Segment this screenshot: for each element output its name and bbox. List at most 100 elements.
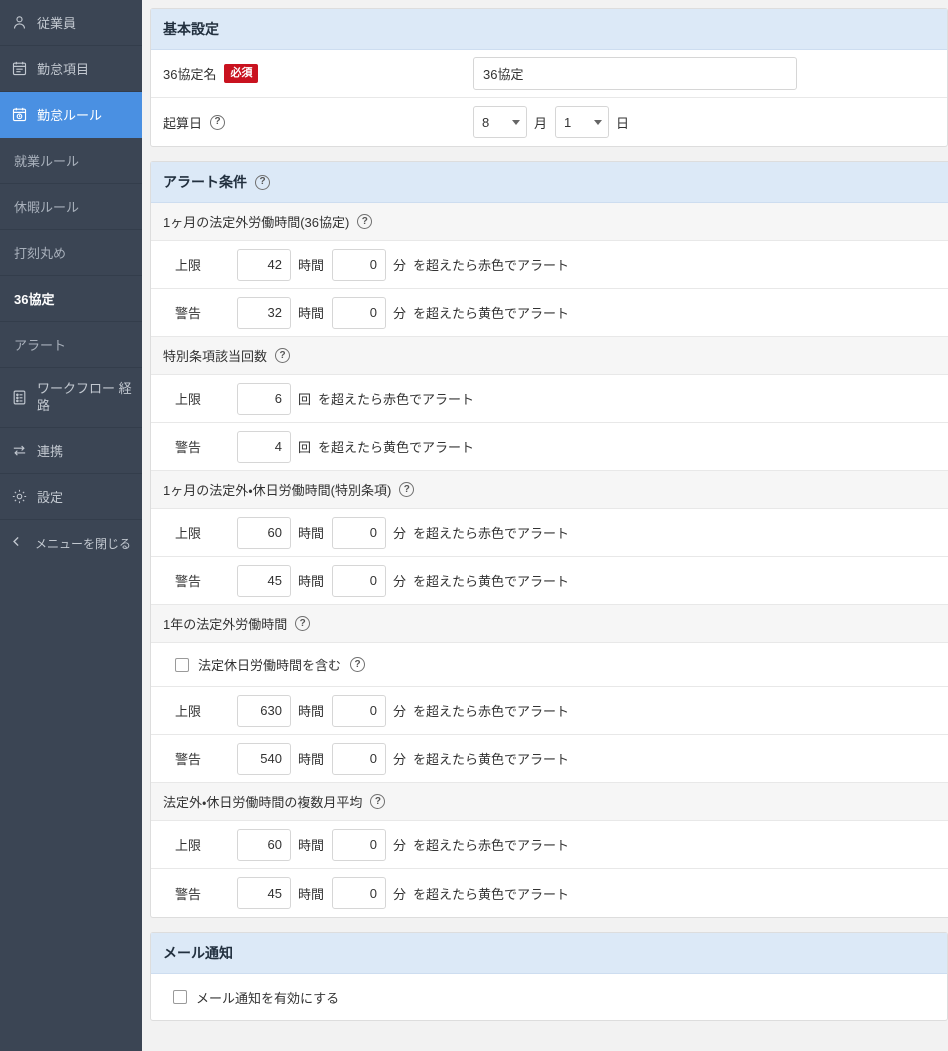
help-icon[interactable]: ? <box>275 348 291 363</box>
sidebar-item-workflow-route[interactable]: ワークフロー 経路 <box>0 368 142 428</box>
hour-unit-label: 時間 <box>298 258 325 273</box>
start-month-select-wrap: 8 <box>473 106 527 138</box>
limit-row-label: 警告 <box>175 440 202 455</box>
limit-row-label: 警告 <box>175 752 202 767</box>
limit-row-suffix: を超えたら黄色でアラート <box>413 886 570 902</box>
app-root: 従業員 勤怠項目 勤怠ルール 就業ルール 休暇ルール 打刻丸め 36協定 アラー… <box>0 0 948 1051</box>
sidebar-item-integration[interactable]: 連携 <box>0 428 142 474</box>
count-input[interactable] <box>237 430 291 463</box>
minute-unit-label: 分 <box>393 574 407 589</box>
hours-input[interactable] <box>237 694 291 727</box>
calendar-list-icon <box>10 60 28 78</box>
sidebar-item-label-line1: ワークフロー <box>37 381 116 397</box>
alert-conditions-header: アラート条件 ? <box>151 162 948 203</box>
minute-unit-label: 分 <box>393 526 407 541</box>
main-content: 基本設定 36協定名 必須 起算日 ? 8 <box>142 0 948 1051</box>
sidebar-item-attendance-items[interactable]: 勤怠項目 <box>0 46 142 92</box>
group-heading-special-provision-count: 特別条項該当回数 ? <box>151 337 948 375</box>
sidebar-item-label: ワークフロー 経路 <box>37 381 132 414</box>
sidebar-collapse-label: メニューを閉じる <box>35 536 132 551</box>
limit-row: 警告 時間 分 を超えたら黄色でアラート <box>151 557 948 605</box>
hour-unit-label: 時間 <box>298 526 325 541</box>
mail-notification-checkbox[interactable] <box>173 990 187 1004</box>
count-input[interactable] <box>237 382 291 415</box>
limit-row-label: 警告 <box>175 306 202 321</box>
sidebar-collapse-button[interactable]: メニューを閉じる <box>0 520 142 566</box>
hours-input[interactable] <box>237 296 291 329</box>
help-icon[interactable]: ? <box>295 616 311 631</box>
hours-input[interactable] <box>237 877 291 909</box>
sidebar-item-label: 設定 <box>37 490 64 505</box>
start-month-select[interactable]: 8 <box>473 106 527 138</box>
sidebar-subitem-time-rounding[interactable]: 打刻丸め <box>0 230 142 276</box>
start-day-select[interactable]: 1 <box>555 106 610 138</box>
minute-unit-label: 分 <box>393 886 407 902</box>
mail-notification-panel: メール通知 メール通知を有効にする <box>150 932 948 1021</box>
minutes-input[interactable] <box>332 828 387 861</box>
help-icon[interactable]: ? <box>255 174 270 190</box>
limit-row-label: 警告 <box>175 886 202 902</box>
minutes-input[interactable] <box>332 564 387 597</box>
mail-notification-header: メール通知 <box>151 933 947 974</box>
sidebar-item-employees[interactable]: 従業員 <box>0 0 142 46</box>
sidebar-item-label: 勤怠項目 <box>37 62 90 77</box>
help-icon[interactable]: ? <box>399 482 415 497</box>
minutes-input[interactable] <box>332 694 387 727</box>
help-icon[interactable]: ? <box>357 214 373 229</box>
sidebar-subitem-leave-rules[interactable]: 休暇ルール <box>0 184 142 230</box>
sidebar-subitem-label: 36協定 <box>14 292 55 307</box>
sidebar-subitem-work-rules[interactable]: 就業ルール <box>0 138 142 184</box>
limit-row-label: 上限 <box>175 526 202 541</box>
group-heading-monthly-overtime: 1ヶ月の法定外労働時間(36協定) ? <box>151 203 948 241</box>
hour-unit-label: 時間 <box>298 306 325 321</box>
hours-input[interactable] <box>237 742 291 775</box>
group-heading-monthly-special-provision: 1ヶ月の法定外・休日労働時間(特別条項) ? <box>151 471 948 509</box>
sidebar-filler <box>0 566 142 1051</box>
sidebar-item-attendance-rules[interactable]: 勤怠ルール <box>0 92 142 138</box>
gear-icon <box>10 488 28 506</box>
limit-row-suffix: を超えたら赤色でアラート <box>413 704 570 719</box>
sidebar-item-settings[interactable]: 設定 <box>0 474 142 520</box>
limit-row-suffix: を超えたら赤色でアラート <box>413 838 570 853</box>
sidebar-subitem-36-agreement[interactable]: 36協定 <box>0 276 142 322</box>
hours-input[interactable] <box>237 516 291 549</box>
count-unit-label: 回 <box>298 392 312 407</box>
minutes-input[interactable] <box>332 516 387 549</box>
group-heading-label: 特別条項該当回数 <box>163 349 268 364</box>
agreement-name-label-group: 36協定名 必須 <box>163 64 473 83</box>
basic-settings-panel: 基本設定 36協定名 必須 起算日 ? 8 <box>150 8 948 147</box>
group-heading-yearly-overtime: 1年の法定外労働時間 ? <box>151 605 948 643</box>
hour-unit-label: 時間 <box>298 886 325 902</box>
minutes-input[interactable] <box>332 742 387 775</box>
hour-unit-label: 時間 <box>298 574 325 589</box>
hours-input[interactable] <box>237 564 291 597</box>
limit-row: 上限 時間 分 を超えたら赤色でアラート <box>151 509 948 557</box>
sidebar-subitem-label: 打刻丸め <box>14 246 67 261</box>
help-icon[interactable]: ? <box>210 114 226 130</box>
limit-row-label: 上限 <box>175 838 202 853</box>
limit-row-suffix: を超えたら黄色でアラート <box>413 574 570 589</box>
agreement-name-input[interactable] <box>473 57 797 90</box>
limit-row-suffix: を超えたら赤色でアラート <box>413 258 570 273</box>
day-unit-label: 日 <box>616 115 630 131</box>
mail-notification-label: メール通知を有効にする <box>196 990 340 1006</box>
limit-row-label: 上限 <box>175 258 202 273</box>
sidebar-subitem-alerts[interactable]: アラート <box>0 322 142 368</box>
chevron-left-icon <box>10 535 23 551</box>
hours-input[interactable] <box>237 828 291 861</box>
limit-row-suffix: を超えたら黄色でアラート <box>413 306 570 321</box>
minutes-input[interactable] <box>332 877 387 909</box>
limit-row: 上限 時間 分 を超えたら赤色でアラート <box>151 821 948 869</box>
help-icon[interactable]: ? <box>370 794 386 809</box>
alert-conditions-panel: アラート条件 ? 1ヶ月の法定外労働時間(36協定) ? 上限 時間 分 を超え… <box>150 161 948 918</box>
minute-unit-label: 分 <box>393 752 407 767</box>
help-icon[interactable]: ? <box>350 657 366 672</box>
minutes-input[interactable] <box>332 296 387 329</box>
exchange-arrows-icon <box>10 442 28 460</box>
calendar-clock-icon <box>10 106 28 124</box>
minutes-input[interactable] <box>332 248 387 281</box>
include-holiday-hours-row: 法定休日労働時間を含む ? <box>151 643 948 687</box>
hours-input[interactable] <box>237 248 291 281</box>
include-holiday-hours-checkbox[interactable] <box>175 657 189 672</box>
sidebar-subitem-label: アラート <box>14 338 67 353</box>
